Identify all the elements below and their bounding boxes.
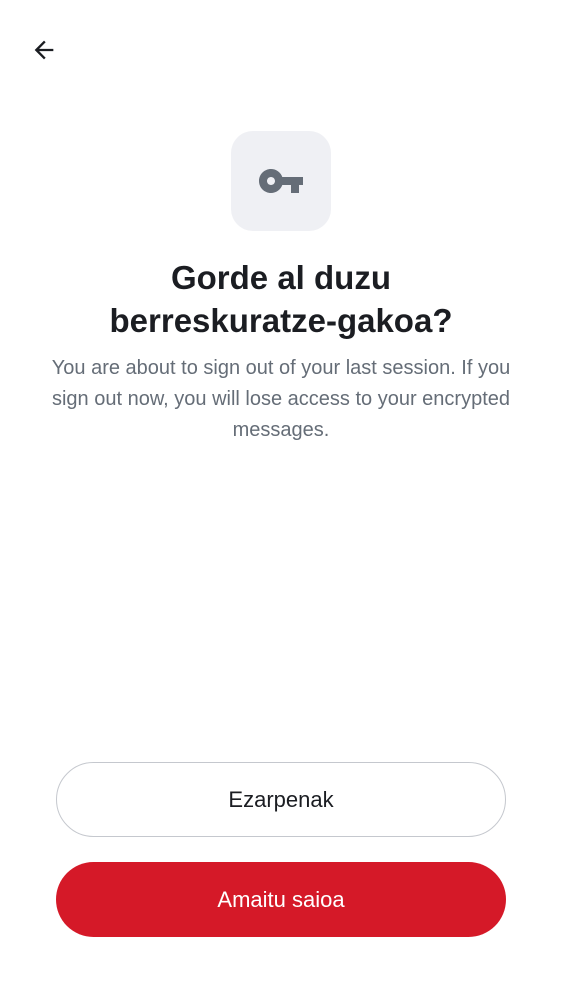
settings-button-label: Ezarpenak xyxy=(228,786,334,812)
back-button[interactable] xyxy=(24,30,64,70)
page-title: Gorde al duzu berreskuratze-gakoa? xyxy=(20,256,542,342)
arrow-left-icon xyxy=(34,40,54,60)
sign-out-button[interactable]: Amaitu saioa xyxy=(56,862,506,937)
settings-button[interactable]: Ezarpenak xyxy=(56,762,506,837)
page-title-line2: berreskuratze-gakoa? xyxy=(109,302,453,339)
page-title-line1: Gorde al duzu xyxy=(170,259,391,296)
sign-out-button-label: Amaitu saioa xyxy=(217,886,345,912)
page-subtitle: You are about to sign out of your last s… xyxy=(51,357,511,441)
key-icon-tile xyxy=(231,131,331,231)
key-icon xyxy=(259,169,303,193)
